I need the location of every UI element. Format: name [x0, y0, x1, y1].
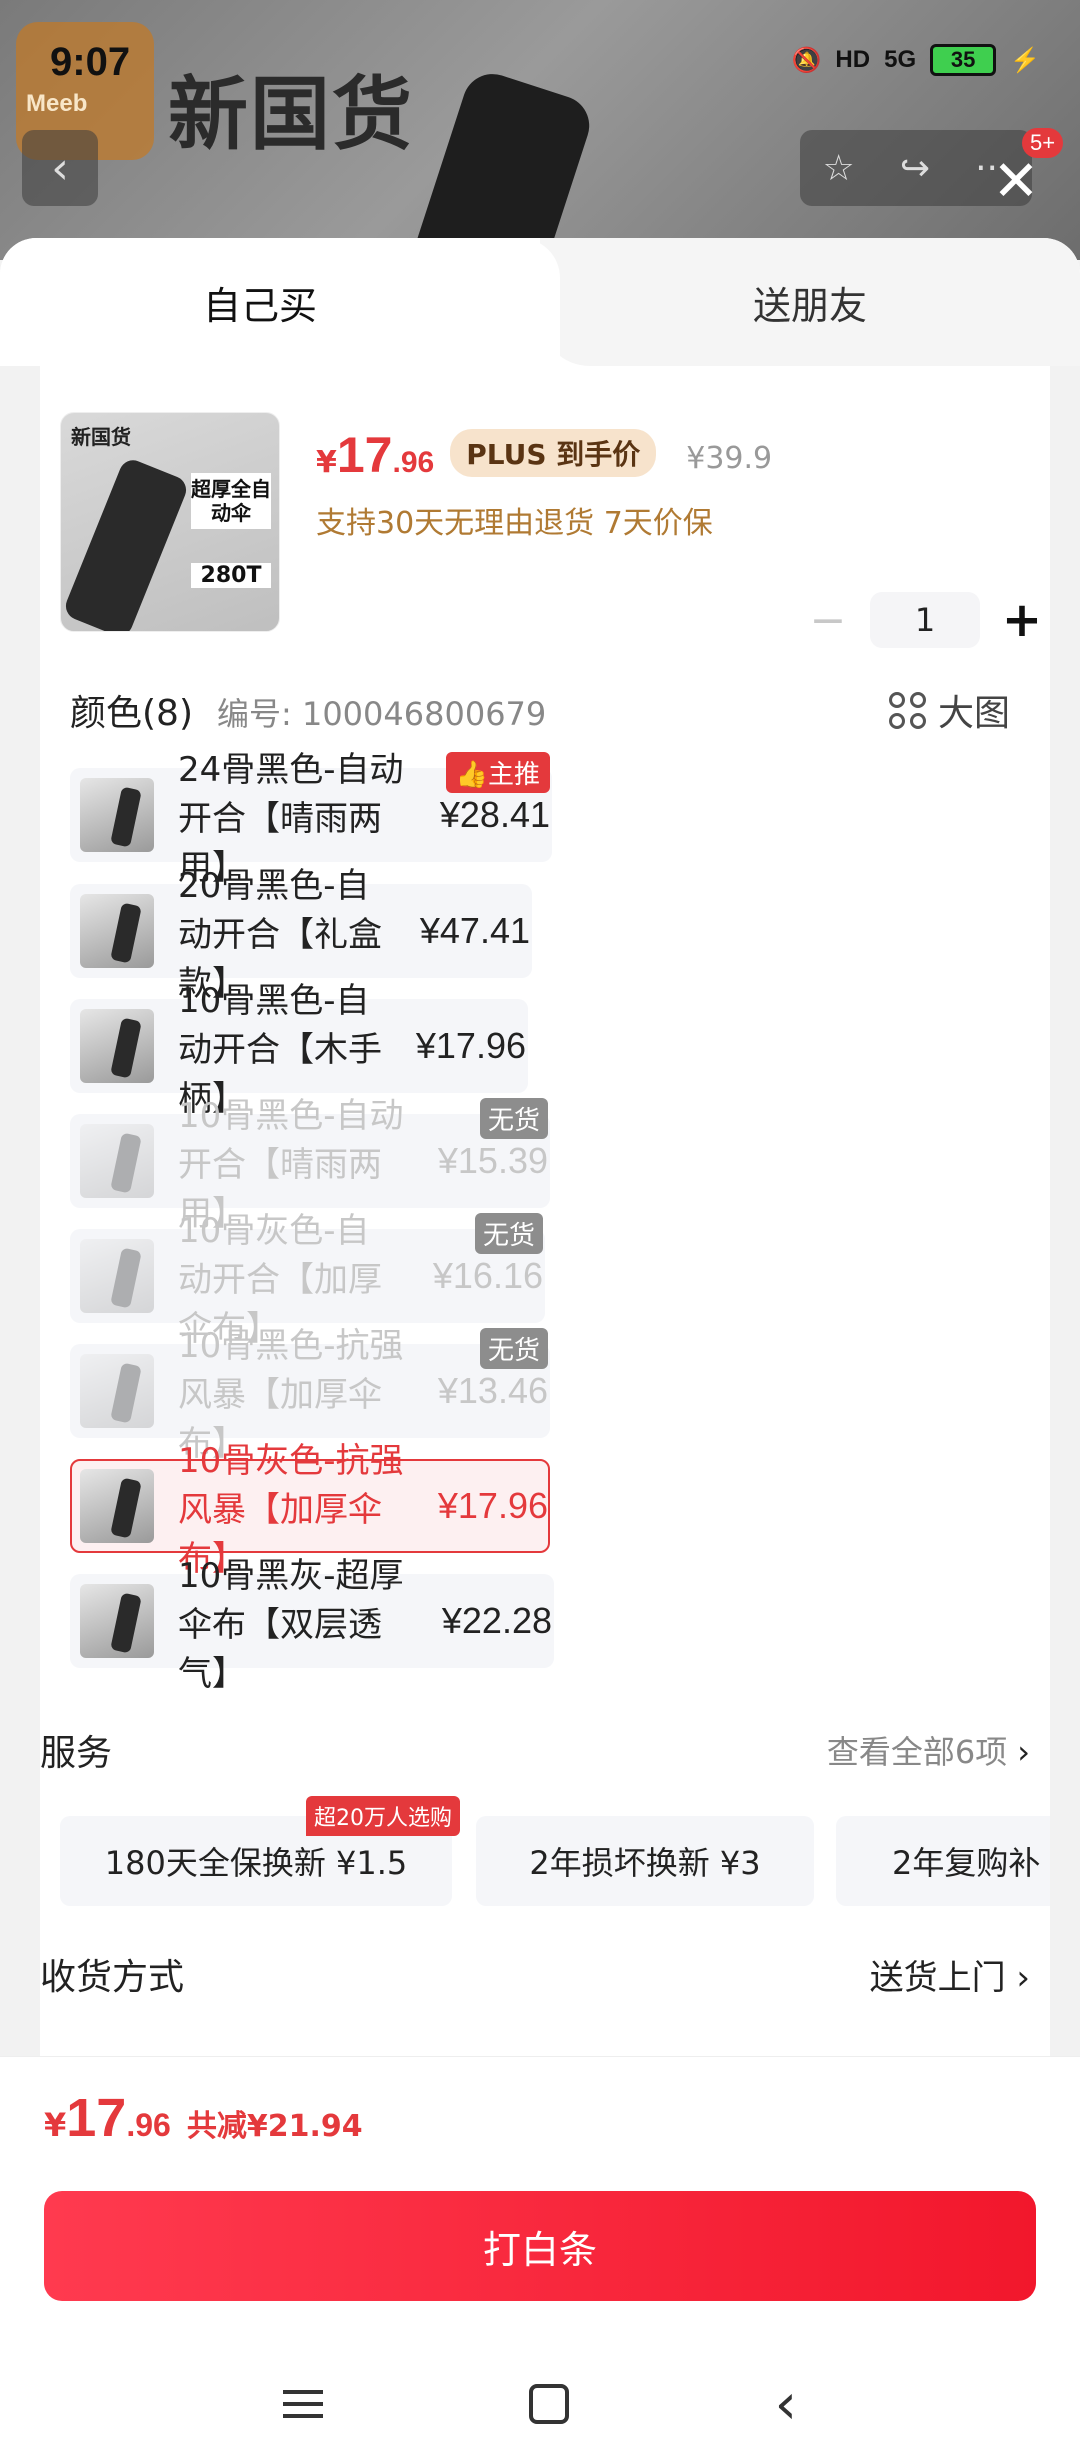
- bottom-bar: ¥ 17 .96 共减¥21.94 打白条 ‹: [0, 2056, 1080, 2460]
- chevron-right-icon: ›: [1017, 1733, 1030, 1771]
- total-currency: ¥: [44, 2106, 67, 2144]
- service-option-3[interactable]: 2年复购补: [836, 1816, 1050, 1906]
- shipping-value-label: 送货上门: [869, 1957, 1006, 1998]
- system-nav-bar: ‹: [0, 2347, 1080, 2460]
- total-decimal: .96: [126, 2107, 171, 2143]
- shipping-title: 收货方式: [40, 1957, 185, 1998]
- chevron-right-icon: ›: [1016, 1957, 1030, 1998]
- services-view-all[interactable]: 查看全部6项 ›: [827, 1727, 1030, 1773]
- services-row: 180天全保换新 ¥1.5 2年损坏换新 ¥3 2年复购补: [40, 1816, 1050, 1906]
- home-icon[interactable]: [528, 2384, 569, 2424]
- back-nav-icon[interactable]: ‹: [775, 2372, 797, 2437]
- shipping-row[interactable]: 收货方式 送货上门 ›: [40, 1948, 1050, 2000]
- lower-sections: 服务 查看全部6项 › 超20万人选购 180天全保换新 ¥1.5 2年损坏换新 …: [40, 0, 1050, 2056]
- total-saving: 共减¥21.94: [186, 2109, 363, 2144]
- services-header: 服务 查看全部6项 ›: [40, 1724, 1050, 1776]
- service-option-2[interactable]: 2年损坏换新 ¥3: [476, 1816, 814, 1906]
- hot-service-tag: 超20万人选购: [306, 1796, 460, 1836]
- total-price: ¥ 17 .96 共减¥21.94: [44, 2087, 363, 2149]
- pay-button[interactable]: 打白条: [44, 2191, 1036, 2301]
- services-title: 服务: [40, 1733, 113, 1774]
- shipping-value: 送货上门 ›: [870, 1950, 1030, 1999]
- menu-icon[interactable]: [282, 2390, 323, 2418]
- services-view-all-label: 查看全部6项: [826, 1733, 1008, 1771]
- total-integer: 17: [66, 2088, 127, 2148]
